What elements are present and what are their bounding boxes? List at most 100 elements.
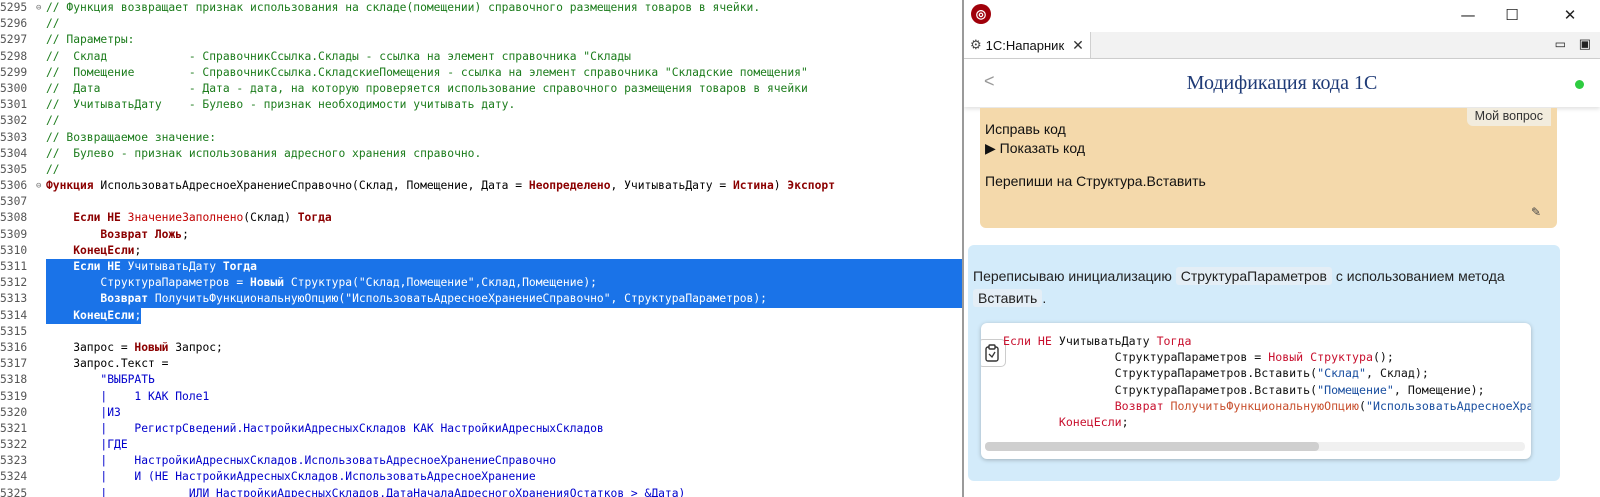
code-line[interactable]: 5309 Возврат Ложь;	[0, 227, 962, 243]
clipboard-icon	[985, 344, 999, 362]
line-number: 5295	[0, 1, 28, 14]
show-code-toggle[interactable]: ▶ Показать код	[985, 140, 1085, 157]
code-line[interactable]: 5312 СтруктураПараметров = Новый Структу…	[0, 275, 962, 292]
code-line[interactable]: 5304 // Булево - признак использования ад…	[0, 146, 962, 162]
code-token: Возврат	[100, 227, 149, 241]
code-line[interactable]: 5299 // Помещение - СправочникСсылка.Скла…	[0, 65, 962, 81]
code-line[interactable]: 5301 // УчитыватьДату - Булево - признак …	[0, 97, 962, 113]
minimize-button[interactable]: —	[1446, 2, 1490, 28]
code-token: Если НЕ	[73, 260, 121, 273]
line-number: 5297	[0, 33, 28, 47]
close-window-button[interactable]: ✕	[1548, 2, 1592, 28]
code-text: //	[46, 162, 962, 178]
edit-icon[interactable]: ✎	[1531, 205, 1541, 219]
code-line[interactable]: 5313 Возврат ПолучитьФункциональнуюОпцию…	[0, 291, 962, 308]
fold-toggle-icon[interactable]: ⊖	[36, 0, 45, 16]
code-line[interactable]: 5318 "ВЫБРАТЬ	[0, 372, 962, 388]
code-text: // Возвращаемое значение:	[46, 130, 962, 146]
code-token: Экспорт	[787, 179, 835, 193]
code-line[interactable]: 5311 Если НЕ УчитыватьДату Тогда	[0, 259, 962, 276]
user-message-instruction: Перепиши на Структура.Вставить	[985, 173, 1206, 189]
code-token: Неопределено	[528, 179, 611, 193]
code-token: ;	[1121, 415, 1129, 430]
code-line[interactable]: 5308 Если НЕ ЗначениеЗаполнено(Склад) То…	[0, 210, 962, 226]
status-indicator	[1575, 80, 1584, 89]
assistant-text-part: с использованием метода	[1331, 268, 1505, 284]
code-block-content: Если НЕ УчитыватьДату Тогда СтруктураПар…	[1003, 333, 1531, 430]
line-number: 5318	[0, 373, 28, 387]
code-token: КонецЕсли	[1058, 415, 1122, 430]
code-text: //	[46, 113, 962, 129]
scrollbar-thumb[interactable]	[985, 442, 1319, 451]
code-line[interactable]: 5305 //	[0, 162, 962, 178]
code-token: Функция	[46, 179, 94, 193]
code-token: Запрос;	[168, 340, 223, 354]
line-number: 5308	[0, 211, 28, 225]
code-line[interactable]: 5317 Запрос.Текст =	[0, 356, 962, 372]
code-token: // Функция возвращает признак использова…	[46, 1, 761, 14]
code-line[interactable]: 5320 |ИЗ	[0, 405, 962, 421]
code-text: Если НЕ ЗначениеЗаполнено(Склад) Тогда	[46, 210, 962, 226]
code-line[interactable]: 5314 КонецЕсли;	[0, 307, 962, 324]
code-token: | НастройкиАдресныхСкладов.ИспользоватьА…	[100, 454, 557, 468]
code-line[interactable]: 5322 |ГДЕ	[0, 437, 962, 453]
code-token: | РегистрСведений.НастройкиАдресныхСклад…	[100, 421, 604, 435]
line-number: 5313	[0, 292, 28, 306]
code-line[interactable]: 5297 // Параметры:	[0, 32, 962, 48]
code-token: // Дата - Дата - дата, на которую провер…	[46, 81, 808, 95]
code-line[interactable]: 5300 // Дата - Дата - дата, на которую пр…	[0, 81, 962, 97]
code-line[interactable]: 5298 // Склад - СправочникСсылка.Склады -…	[0, 49, 962, 65]
assistant-text-part: .	[1042, 290, 1047, 306]
code-token: СтруктураПараметров =	[46, 276, 251, 290]
code-line[interactable]: 5324 | И (НЕ НастройкиАдресныхСкладов.Ис…	[0, 469, 962, 485]
code-line[interactable]: 5321 | РегистрСведений.НастройкиАдресных…	[0, 421, 962, 437]
tab-label: 1С:Напарник	[985, 37, 1065, 53]
code-token: "Помещение"	[1317, 382, 1394, 397]
code-line[interactable]: 5302 //	[0, 113, 962, 129]
horizontal-scrollbar[interactable]	[985, 442, 1525, 451]
maximize-button[interactable]: ☐	[1490, 2, 1534, 28]
view-maximize-icon[interactable]: ▣	[1579, 36, 1591, 52]
code-block[interactable]: Если НЕ УчитыватьДату Тогда СтруктураПар…	[981, 323, 1531, 459]
code-line[interactable]: 5319 | 1 КАК Поле1	[0, 389, 962, 405]
code-token: Истина	[732, 179, 774, 193]
code-editor[interactable]: 5295 ⊖// Функция возвращает признак испол…	[0, 0, 962, 497]
1c-logo-icon: ◎	[971, 4, 991, 24]
tab-assistant[interactable]: ⚙ 1С:Напарник ✕	[964, 32, 1091, 58]
code-line[interactable]: 5303 // Возвращаемое значение:	[0, 130, 962, 146]
inline-code-chip: СтруктураПараметров	[1175, 267, 1332, 285]
code-line[interactable]: 5306 ⊖ Функция ИспользоватьАдресноеХранени…	[0, 178, 962, 194]
code-token: Возврат	[1114, 398, 1171, 413]
line-number: 5319	[0, 389, 28, 403]
tab-strip: ⚙ 1С:Напарник ✕ ▭ ▣	[964, 32, 1600, 59]
code-line[interactable]: 5307	[0, 194, 962, 210]
code-line[interactable]: 5310 КонецЕсли;	[0, 243, 962, 259]
code-line[interactable]: 5323 | НастройкиАдресныхСкладов.Использо…	[0, 453, 962, 469]
view-minimize-icon[interactable]: ▭	[1555, 37, 1566, 51]
line-number: 5315	[0, 324, 28, 338]
close-tab-icon[interactable]: ✕	[1072, 37, 1084, 54]
line-number: 5303	[0, 130, 28, 144]
code-line[interactable]: 5316 Запрос = Новый Запрос;	[0, 340, 962, 356]
fold-toggle-icon[interactable]: ⊖	[36, 178, 45, 194]
code-line[interactable]: 5296 //	[0, 16, 962, 32]
line-number: 5321	[0, 421, 28, 435]
code-line[interactable]: 5325 | ИЛИ НастройкиАдресныхСкладов.Дата…	[0, 486, 962, 497]
line-number: 5296	[0, 17, 28, 31]
code-text: Возврат ПолучитьФункциональнуюОпцию("Исп…	[46, 291, 962, 308]
code-block-line: СтруктураПараметров.Вставить("Помещение"…	[1003, 382, 1531, 398]
code-token: , УчитыватьДату =	[610, 179, 733, 193]
code-line[interactable]: 5315	[0, 324, 962, 340]
code-token: Запрос.Текст =	[46, 357, 169, 371]
code-line[interactable]: 5295 ⊖// Функция возвращает признак испол…	[0, 0, 962, 16]
code-token: Тогда	[1156, 334, 1192, 348]
chat-area[interactable]: Мой вопрос Исправь код ▶ Показать код Пе…	[964, 108, 1600, 497]
